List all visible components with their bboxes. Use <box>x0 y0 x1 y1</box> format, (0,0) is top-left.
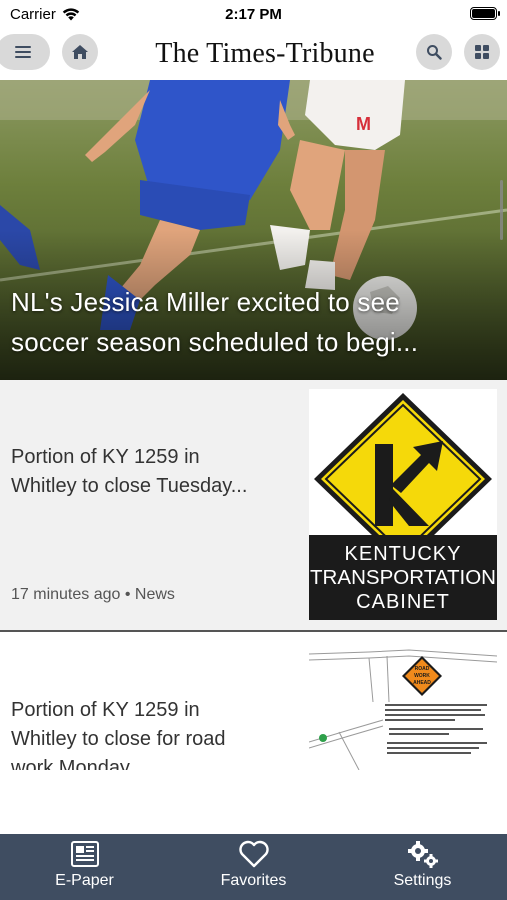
menu-button[interactable] <box>0 34 50 70</box>
article-thumbnail: ROAD WORK AHEAD <box>308 642 498 770</box>
gears-icon <box>407 841 438 868</box>
tab-settings[interactable]: Settings <box>338 834 507 900</box>
search-icon <box>427 45 442 60</box>
scroll-indicator <box>500 180 503 240</box>
tab-epaper-label: E-Paper <box>55 872 114 889</box>
article-title: Portion of KY 1259 in Whitley to close T… <box>11 446 248 497</box>
battery-icon <box>470 7 500 20</box>
tab-settings-label: Settings <box>393 872 452 889</box>
list-item[interactable]: Portion of KY 1259 in Whitley to close f… <box>0 634 507 770</box>
home-button[interactable] <box>62 34 98 70</box>
list-item[interactable]: Portion of KY 1259 in Whitley to close T… <box>0 380 507 632</box>
sections-button[interactable] <box>464 34 500 70</box>
tab-epaper[interactable]: E-Paper <box>0 834 169 900</box>
article-meta: 17 minutes ago • News <box>11 586 175 603</box>
thumb-text-line1: KENTUCKY <box>345 543 462 565</box>
thumb-text-line2: TRANSPORTATION <box>310 567 496 589</box>
grid-icon <box>475 45 489 59</box>
sign-text-line1: ROAD <box>415 666 430 672</box>
sign-text-line3: AHEAD <box>413 680 431 686</box>
thumb-text-line3: CABINET <box>356 591 450 613</box>
status-bar: Carrier 2:17 PM <box>0 0 507 28</box>
app-title: The Times-Tribune <box>155 38 375 69</box>
article-title: Portion of KY 1259 in Whitley to close f… <box>11 699 226 770</box>
heart-icon <box>238 840 269 868</box>
menu-icon <box>15 46 31 58</box>
home-icon <box>72 45 88 59</box>
tab-favorites-label: Favorites <box>220 872 287 889</box>
hero-title: NL's Jessica Miller excited to see socce… <box>11 287 419 357</box>
hero-story[interactable]: M NL's Jessica Miller excited to see soc… <box>0 80 507 380</box>
sign-text-line2: WORK <box>414 673 430 679</box>
tab-favorites[interactable]: Favorites <box>169 834 338 900</box>
app-header: The Times-Tribune <box>0 28 507 78</box>
newspaper-icon <box>70 841 99 867</box>
tab-bar: E-Paper Favorites Settings <box>0 834 507 900</box>
status-time: 2:17 PM <box>225 6 282 23</box>
article-thumbnail: KENTUCKY TRANSPORTATION CABINET <box>309 389 497 620</box>
search-button[interactable] <box>416 34 452 70</box>
